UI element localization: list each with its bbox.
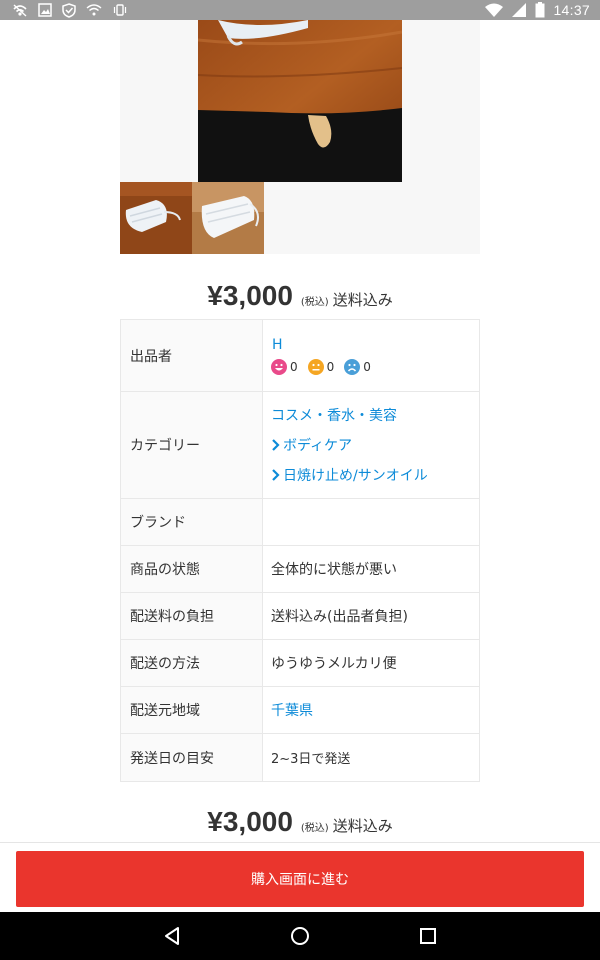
proceed-to-purchase-button[interactable]: 購入画面に進む [16,851,584,907]
detail-value-category: コスメ・香水・美容 ボディケア 日焼け止め/サンオイル [263,392,479,498]
detail-row-shipping-fee: 配送料の負担 送料込み(出品者負担) [121,593,479,640]
ship-from-link[interactable]: 千葉県 [271,700,479,720]
category-level1-link[interactable]: コスメ・香水・美容 [271,400,479,430]
status-time: 14:37 [553,2,590,18]
seller-ratings: 0 0 0 [271,358,479,375]
detail-value-condition: 全体的に状態が悪い [271,562,397,578]
main-product-image[interactable] [198,20,402,182]
price-amount: ¥3,000 [207,280,293,311]
price-tax-label: (税込) [300,297,329,308]
detail-label: 配送料の負担 [121,593,263,639]
price-shipping-label: 送料込み [332,817,393,835]
price-amount: ¥3,000 [207,806,293,837]
price-tax-label: (税込) [300,823,329,834]
category-level2-link[interactable]: ボディケア [271,430,479,460]
wifi-question-icon [86,4,102,16]
bad-face-icon [344,358,361,375]
chevron-right-icon [272,439,280,451]
detail-label: 発送日の目安 [121,734,263,781]
detail-label: 配送元地域 [121,687,263,733]
detail-row-ship-days: 発送日の目安 2~3日で発送 [121,734,479,781]
detail-value-ship-days: 2~3日で発送 [271,752,351,767]
price-section-bottom: ¥3,000 (税込) 送料込み [0,806,600,838]
good-face-icon [271,358,287,375]
battery-icon [535,2,545,18]
detail-row-shipping-method: 配送の方法 ゆうゆうメルカリ便 [121,640,479,687]
detail-value-ship-from: 千葉県 [263,687,479,733]
detail-label: 商品の状態 [121,546,263,592]
system-navigation-bar [0,912,600,960]
detail-value-seller: H 0 0 0 [263,320,479,391]
image-gallery [120,20,480,254]
chevron-right-icon [272,469,280,481]
rating-normal: 0 [307,358,335,375]
status-icons-left [12,2,128,18]
detail-row-ship-from: 配送元地域 千葉県 [121,687,479,734]
thumbnail-image-1[interactable] [120,182,192,254]
status-bar: 14:37 [0,0,600,20]
wifi-calling-icon [13,4,27,17]
wifi-icon [485,3,504,17]
item-details-table: 出品者 H 0 0 0 カテゴリー コスメ・香水・美容 ボディケア 日焼け止め/… [120,319,480,782]
home-icon[interactable] [288,924,312,948]
seller-name-link[interactable]: H [271,337,479,353]
detail-label: 配送の方法 [121,640,263,686]
signal-icon [512,3,527,17]
category-level3-link[interactable]: 日焼け止め/サンオイル [271,460,479,490]
rating-good-count: 0 [290,359,298,374]
detail-value-brand [263,499,479,545]
detail-label: ブランド [121,499,263,545]
detail-row-category: カテゴリー コスメ・香水・美容 ボディケア 日焼け止め/サンオイル [121,392,479,499]
purchase-action-bar: 購入画面に進む [0,842,600,912]
thumbnail-image-2[interactable] [192,182,264,254]
recents-icon[interactable] [416,924,440,948]
rating-good: 0 [271,358,298,375]
status-icons-right: 14:37 [485,1,590,19]
vibrate-icon [113,4,127,16]
detail-row-seller: 出品者 H 0 0 0 [121,320,479,392]
shield-icon [62,2,76,18]
detail-row-brand: ブランド [121,499,479,546]
rating-bad-count: 0 [363,359,371,374]
price-shipping-label: 送料込み [332,291,393,309]
category-level2-label: ボディケア [283,438,353,454]
price-section-top: ¥3,000 (税込) 送料込み [0,280,600,312]
detail-value-shipping-fee: 送料込み(出品者負担) [271,609,408,625]
normal-face-icon [307,358,324,375]
detail-label: 出品者 [121,320,263,391]
detail-row-condition: 商品の状態 全体的に状態が悪い [121,546,479,593]
detail-label: カテゴリー [121,392,263,498]
category-level1-label: コスメ・香水・美容 [271,408,397,424]
category-level3-label: 日焼け止め/サンオイル [283,468,428,484]
rating-normal-count: 0 [326,359,335,374]
back-icon[interactable] [160,924,184,948]
detail-value-shipping-method: ゆうゆうメルカリ便 [271,656,397,672]
rating-bad: 0 [344,358,371,375]
image-icon [38,3,52,17]
